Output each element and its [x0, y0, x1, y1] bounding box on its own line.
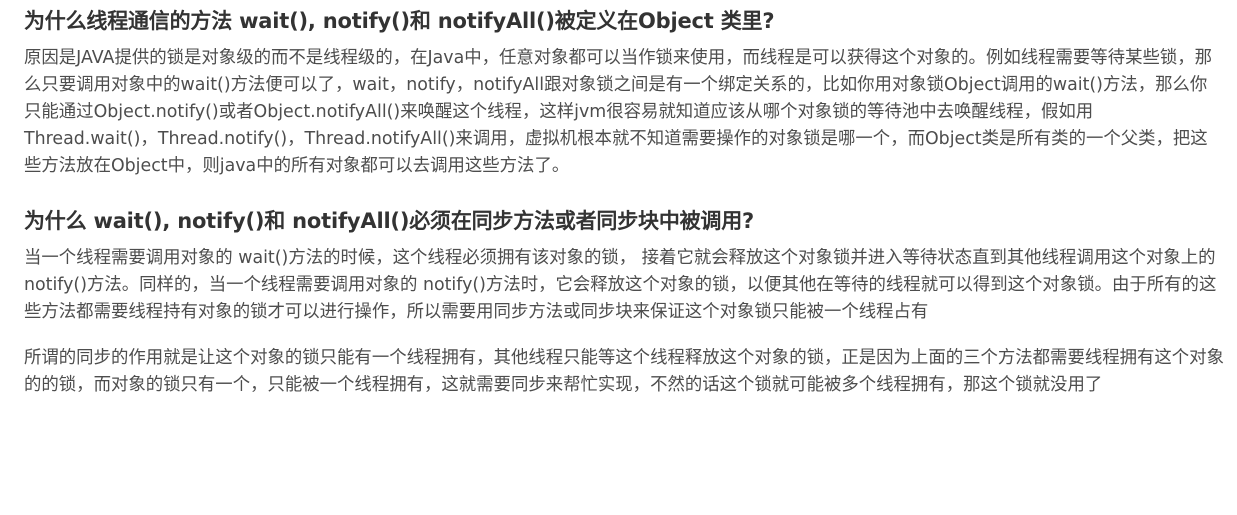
section-heading-wait-notify-object: 为什么线程通信的方法 wait(), notify()和 notifyAll()…	[24, 9, 775, 33]
section-paragraph: 所谓的同步的作用就是让这个对象的锁只能有一个线程拥有，其他线程只能等这个线程释放…	[24, 348, 1224, 395]
section-heading-synchronized-block: 为什么 wait(), notify()和 notifyAll()必须在同步方法…	[24, 209, 755, 233]
section-paragraph: 当一个线程需要调用对象的 wait()方法的时候，这个线程必须拥有该对象的锁， …	[24, 248, 1217, 322]
section-paragraph: 原因是JAVA提供的锁是对象级的而不是线程级的，在Java中，任意对象都可以当作…	[24, 48, 1213, 176]
article-content: 为什么线程通信的方法 wait(), notify()和 notifyAll()…	[24, 0, 1224, 399]
